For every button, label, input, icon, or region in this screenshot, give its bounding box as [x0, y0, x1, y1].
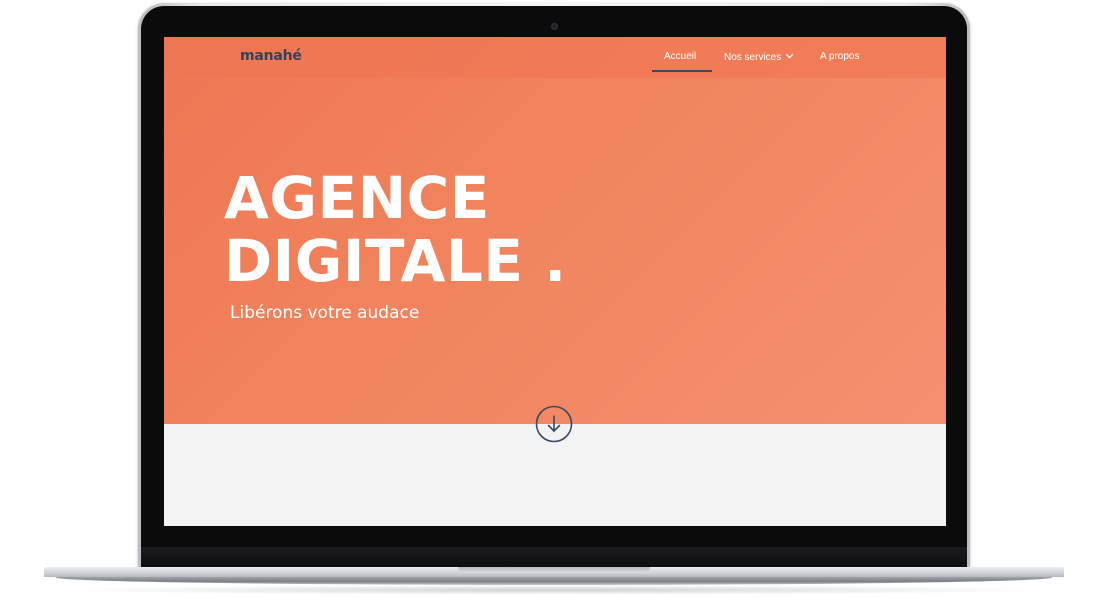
- hero-headline-line-2: DIGITALE .: [224, 227, 567, 295]
- website-screen: manahé Accueil Nos services A propos AGE…: [164, 37, 946, 526]
- nav-item-label: Accueil: [664, 51, 697, 62]
- hero-tagline: Libérons votre audace: [230, 303, 420, 323]
- arrow-down-circle-icon[interactable]: [535, 405, 573, 443]
- hero-headline-line-1: AGENCE: [224, 164, 490, 232]
- camera-icon: [551, 23, 558, 30]
- nav-item-accueil[interactable]: Accueil: [664, 51, 696, 62]
- nav-item-label: A propos: [820, 51, 860, 62]
- base-notch: [458, 567, 650, 573]
- laptop-base: [44, 567, 1064, 587]
- nav-item-a-propos[interactable]: A propos: [820, 51, 859, 62]
- bezel-bottom: [141, 547, 967, 569]
- nav-item-label: Nos services: [724, 52, 782, 63]
- nav-active-underline: [652, 70, 712, 72]
- nav-item-nos-services[interactable]: Nos services: [724, 51, 794, 63]
- hero-section: manahé Accueil Nos services A propos AGE…: [164, 37, 946, 424]
- site-logo[interactable]: manahé: [240, 48, 302, 64]
- navbar: manahé Accueil Nos services A propos: [164, 37, 946, 78]
- chevron-down-icon: [786, 51, 794, 62]
- base-lip: [56, 576, 1052, 585]
- hero-headline: AGENCE DIGITALE .: [224, 167, 567, 293]
- laptop-mockup: manahé Accueil Nos services A propos AGE…: [0, 0, 1110, 598]
